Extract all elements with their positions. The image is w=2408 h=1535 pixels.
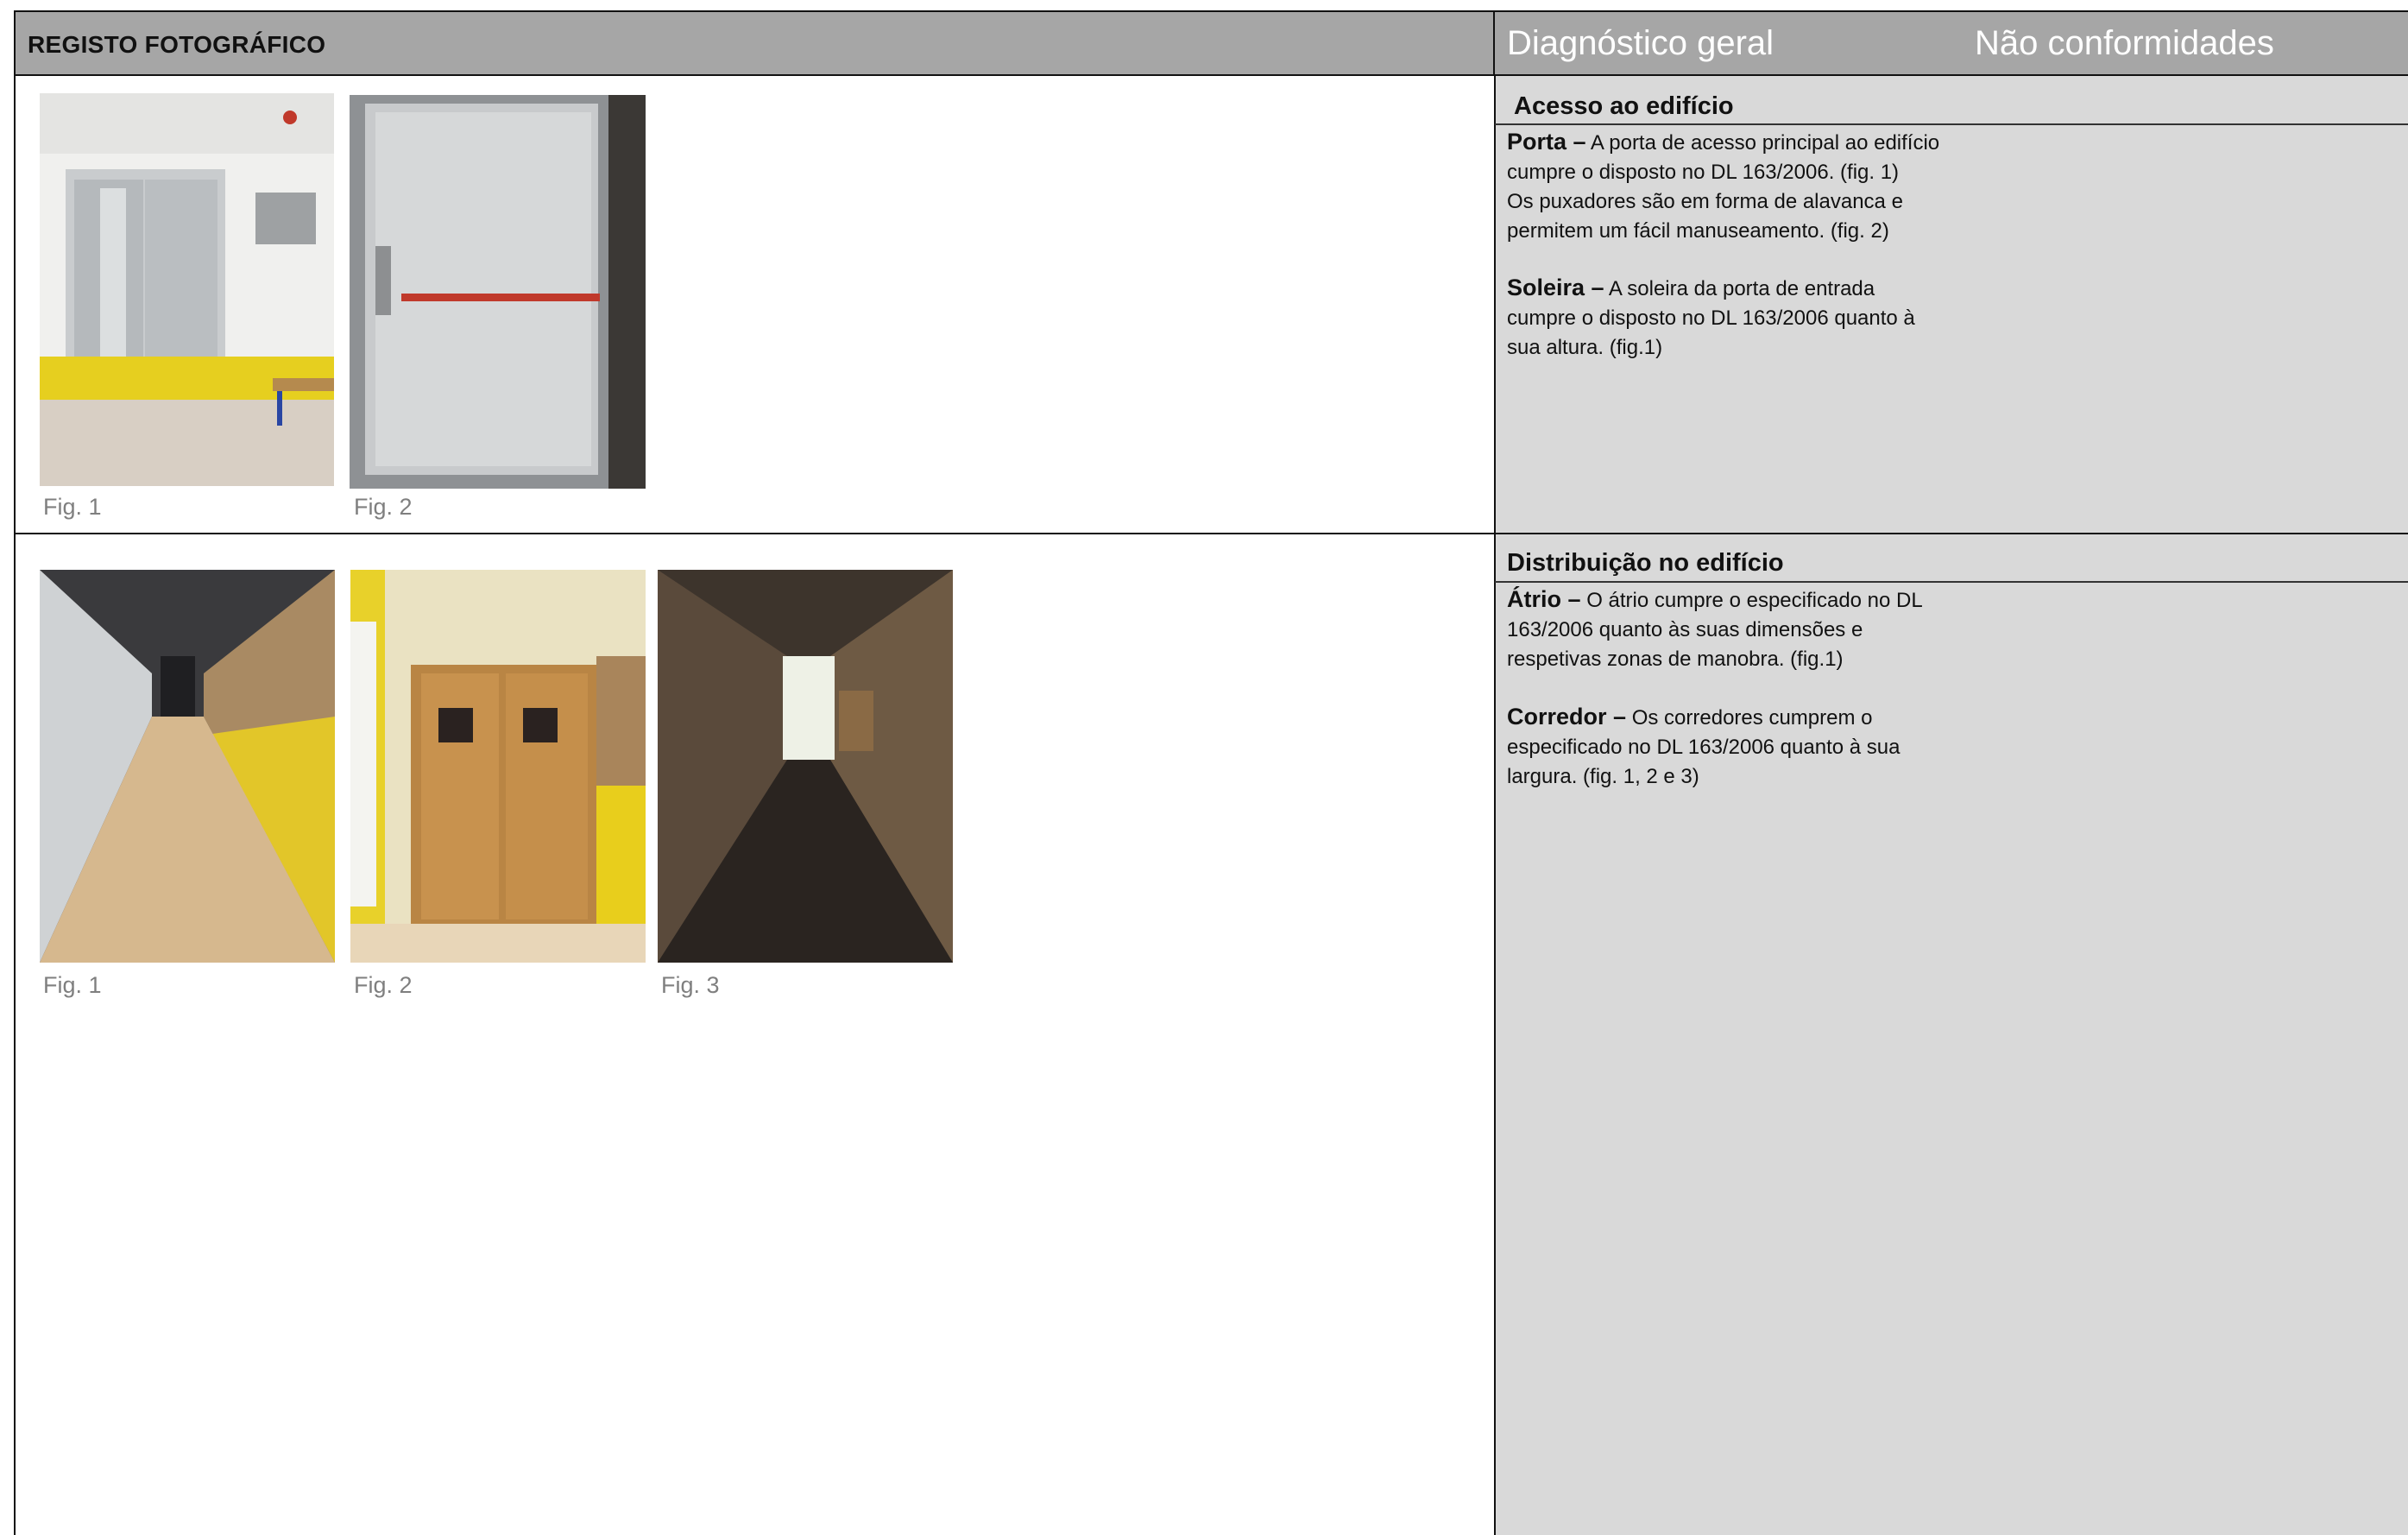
- diagnosis-header: Diagnóstico geral Não conformidades: [1495, 10, 2408, 76]
- section1-title: Acesso ao edifício: [1514, 92, 1734, 120]
- door-line-1: A porta de acesso principal ao edifício: [1590, 131, 1940, 155]
- section1-title-rule: [1495, 123, 2408, 125]
- corridor-paragraph: Corredor – Os corredores cumprem o espec…: [1507, 702, 1973, 792]
- threshold-paragraph: Soleira – A soleira da porta de entrada …: [1507, 273, 1973, 363]
- corridor-line-2: especificado no DL 163/2006 quanto à sua: [1507, 736, 1901, 759]
- photo-record-title: REGISTO FOTOGRÁFICO: [28, 31, 326, 58]
- photo-record-header: REGISTO FOTOGRÁFICO: [14, 10, 1495, 76]
- door-line-3: Os puxadores são em forma de alavanca e: [1507, 190, 1903, 213]
- corridor-photo-1: [40, 570, 335, 963]
- general-diagnosis-heading: Diagnóstico geral: [1507, 24, 1774, 62]
- atrium-line-1: O átrio cumpre o especificado no DL: [1586, 589, 1923, 612]
- left-border: [14, 76, 16, 1535]
- threshold-line-2: cumpre o disposto no DL 163/2006 quanto …: [1507, 306, 1915, 330]
- corridor-line-3: largura. (fig. 1, 2 e 3): [1507, 765, 1699, 788]
- door-label: Porta –: [1507, 129, 1586, 155]
- section1-fig1-caption: Fig. 1: [43, 494, 102, 520]
- non-conformities-heading: Não conformidades: [1975, 24, 2274, 62]
- entrance-door-photo: [40, 93, 334, 486]
- door-panic-bar-photo: [350, 95, 646, 489]
- threshold-line-3: sua altura. (fig.1): [1507, 336, 1663, 359]
- section-divider: [14, 533, 2408, 534]
- atrium-label: Átrio –: [1507, 586, 1581, 612]
- corridor-line-1: Os corredores cumprem o: [1631, 706, 1873, 730]
- corridor-photo-2: [350, 570, 646, 963]
- column-divider: [1494, 76, 1496, 1535]
- door-line-2: cumpre o disposto no DL 163/2006. (fig. …: [1507, 161, 1900, 184]
- corridor-label: Corredor –: [1507, 704, 1627, 730]
- section1-fig2-caption: Fig. 2: [354, 494, 413, 520]
- section2-title: Distribuição no edifício: [1507, 549, 1784, 577]
- door-line-4: permitem um fácil manuseamento. (fig. 2): [1507, 219, 1889, 243]
- section2-title-rule: [1495, 581, 2408, 583]
- threshold-label: Soleira –: [1507, 275, 1604, 300]
- section2-fig2-caption: Fig. 2: [354, 972, 413, 998]
- section2-fig3-caption: Fig. 3: [661, 972, 720, 998]
- atrium-line-2: 163/2006 quanto às suas dimensões e: [1507, 618, 1863, 641]
- atrium-line-3: respetivas zonas de manobra. (fig.1): [1507, 647, 1844, 671]
- section2-fig1-caption: Fig. 1: [43, 972, 102, 998]
- threshold-line-1: A soleira da porta de entrada: [1608, 277, 1875, 300]
- atrium-paragraph: Átrio – O átrio cumpre o especificado no…: [1507, 584, 1973, 674]
- corridor-photo-3: [658, 570, 953, 963]
- door-paragraph: Porta – A porta de acesso principal ao e…: [1507, 127, 1973, 246]
